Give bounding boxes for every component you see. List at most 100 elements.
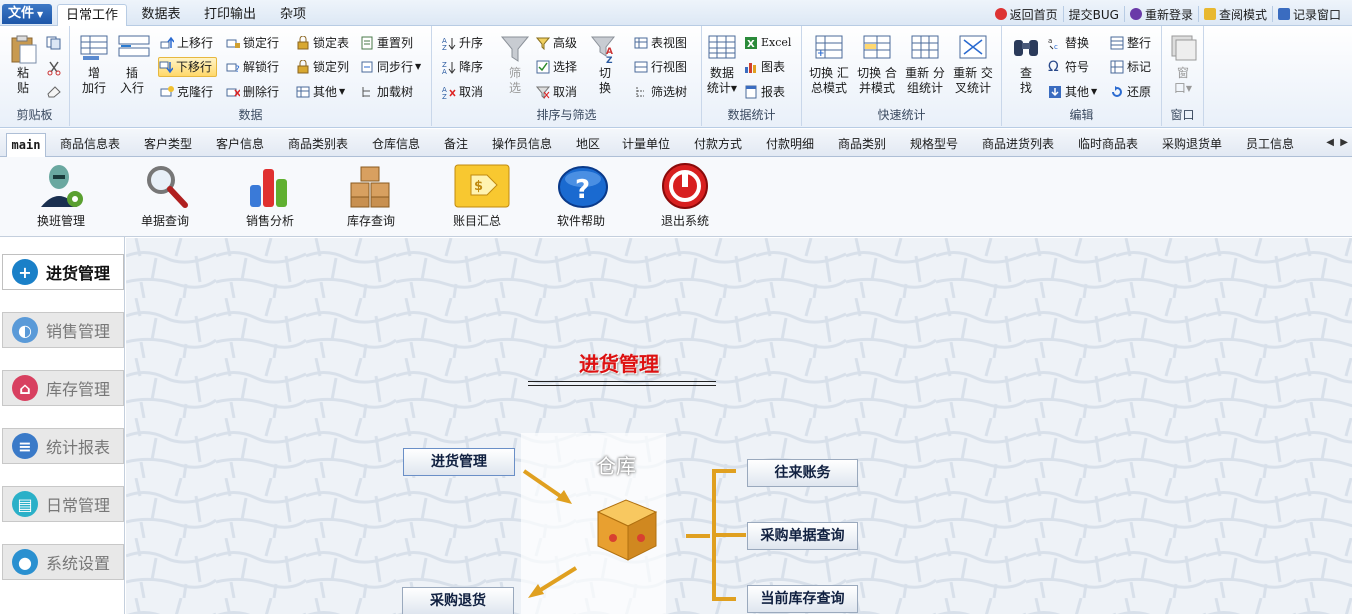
- mark-button[interactable]: 标记: [1110, 57, 1151, 77]
- doc-tab[interactable]: 商品进货列表: [974, 133, 1062, 157]
- switch-merge-button[interactable]: 切换 合 并模式: [854, 34, 900, 96]
- doc-tab[interactable]: 商品信息表: [52, 133, 128, 157]
- tab-misc[interactable]: 杂项: [272, 4, 314, 26]
- doc-tab[interactable]: 规格型号: [902, 133, 966, 157]
- sidebar-item-inventory[interactable]: ⌂ 库存管理: [2, 370, 124, 406]
- excel-button[interactable]: X Excel: [744, 33, 791, 53]
- move-up-button[interactable]: 上移行: [160, 33, 213, 53]
- lock-table-button[interactable]: 锁定表: [296, 33, 349, 53]
- window-button[interactable]: 窗 口 ▼: [1168, 34, 1198, 96]
- eraser-icon[interactable]: [46, 84, 62, 101]
- sales-analysis-button[interactable]: 销售分析: [225, 163, 315, 229]
- symbol-button[interactable]: Ω 符号: [1048, 57, 1089, 77]
- add-row-button[interactable]: 增 加行: [76, 34, 112, 96]
- row-view-button[interactable]: 行视图: [634, 57, 687, 77]
- chevron-right-icon[interactable]: ▶: [1340, 137, 1348, 148]
- switch-summary-button[interactable]: + 切换 汇 总模式: [806, 34, 852, 96]
- file-menu-button[interactable]: 文件 ▼: [2, 4, 52, 24]
- shift-management-button[interactable]: 换班管理: [16, 163, 106, 229]
- doc-tab[interactable]: 临时商品表: [1070, 133, 1146, 157]
- doc-tab-main[interactable]: main: [6, 133, 46, 157]
- globe-icon: ◐: [12, 317, 38, 343]
- flow-purchase-return-button[interactable]: 采购退货: [402, 587, 514, 614]
- load-tree-button[interactable]: 加载树: [360, 82, 413, 102]
- flow-current-stock-button[interactable]: 当前库存查询: [747, 585, 858, 613]
- view-mode-link[interactable]: 查阅模式: [1199, 6, 1273, 22]
- cross-stats-button[interactable]: 重新 交 叉统计: [950, 34, 996, 96]
- advanced-filter-button[interactable]: 高级: [535, 33, 577, 53]
- filter-button[interactable]: 筛 选: [498, 34, 532, 96]
- restore-button[interactable]: 还原: [1110, 82, 1151, 102]
- cut-icon[interactable]: [46, 60, 62, 79]
- software-help-button[interactable]: ? 软件帮助: [536, 163, 626, 229]
- tab-data-table[interactable]: 数据表: [134, 4, 188, 26]
- doc-tab[interactable]: 付款明细: [758, 133, 822, 157]
- flow-purchase-button[interactable]: 进货管理: [403, 448, 515, 476]
- relogin-link[interactable]: 重新登录: [1125, 6, 1199, 22]
- sort-asc-button[interactable]: A Z 升序: [442, 33, 483, 53]
- doc-tab[interactable]: 员工信息: [1238, 133, 1302, 157]
- cancel-filter-button[interactable]: 取消: [535, 82, 577, 102]
- doc-tab[interactable]: 客户类型: [136, 133, 200, 157]
- report-button[interactable]: 报表: [744, 82, 785, 102]
- regroup-stats-button[interactable]: 重新 分 组统计: [902, 34, 948, 96]
- lock-row-button[interactable]: 锁定行: [226, 33, 279, 53]
- copy-icon[interactable]: [46, 36, 62, 53]
- switch-sort-button[interactable]: AZ 切 换: [588, 34, 622, 96]
- sidebar-item-sales[interactable]: ◐ 销售管理: [2, 312, 124, 348]
- insert-row-button[interactable]: 插 入行: [114, 34, 150, 96]
- other-edit-button[interactable]: 其他 ▼: [1048, 82, 1097, 102]
- account-summary-button[interactable]: $ 账目汇总: [432, 163, 522, 229]
- sort-cancel-button[interactable]: A Z 取消: [442, 82, 483, 102]
- sidebar-item-purchase[interactable]: + 进货管理: [2, 254, 124, 290]
- table-view-button[interactable]: 表视图: [634, 33, 687, 53]
- doc-tab[interactable]: 客户信息: [208, 133, 272, 157]
- flow-purchase-docs-button[interactable]: 采购单据查询: [747, 522, 858, 550]
- lock-col-button[interactable]: 锁定列: [296, 57, 349, 77]
- move-down-button[interactable]: 下移行: [158, 57, 218, 77]
- doc-tab[interactable]: 采购退货单: [1154, 133, 1230, 157]
- document-query-button[interactable]: 单据查询: [120, 163, 210, 229]
- clone-row-button[interactable]: 克隆行: [160, 82, 213, 102]
- sort-desc-button[interactable]: Z A 降序: [442, 57, 483, 77]
- sync-icon: [360, 60, 374, 74]
- paste-button[interactable]: 粘 贴: [8, 34, 38, 96]
- submit-bug-link[interactable]: 提交BUG: [1064, 6, 1125, 22]
- sidebar-item-reports[interactable]: ≡ 统计报表: [2, 428, 124, 464]
- record-window-link[interactable]: 记录窗口: [1273, 6, 1346, 22]
- unlock-row-button[interactable]: ? 解锁行: [226, 57, 279, 77]
- reset-col-button[interactable]: 重置列: [360, 33, 413, 53]
- bar-chart-icon: [246, 163, 294, 209]
- doc-tab[interactable]: 计量单位: [614, 133, 678, 157]
- sidebar-item-daily[interactable]: ▤ 日常管理: [2, 486, 124, 522]
- home-link[interactable]: 返回首页: [990, 6, 1064, 22]
- doc-tab[interactable]: 操作员信息: [484, 133, 560, 157]
- delete-row-button[interactable]: 删除行: [226, 82, 279, 102]
- doc-tab[interactable]: 付款方式: [686, 133, 750, 157]
- filter-tree-button[interactable]: 筛选树: [634, 82, 687, 102]
- find-button[interactable]: 查 找: [1010, 34, 1042, 96]
- exit-system-button[interactable]: 退出系统: [640, 163, 730, 229]
- tab-daily-work[interactable]: 日常工作: [57, 4, 127, 26]
- inventory-query-button[interactable]: 库存查询: [326, 163, 416, 229]
- tidy-row-button[interactable]: 整行: [1110, 33, 1151, 53]
- select-filter-button[interactable]: 选择: [536, 57, 577, 77]
- doc-tab[interactable]: 地区: [568, 133, 608, 157]
- chart-button[interactable]: 图表: [744, 57, 785, 77]
- doc-tab[interactable]: 仓库信息: [364, 133, 428, 157]
- tab-print-output[interactable]: 打印输出: [196, 4, 264, 26]
- doc-tab[interactable]: 商品类别表: [280, 133, 356, 157]
- replace-button[interactable]: a c 替换: [1048, 33, 1089, 53]
- doc-tab[interactable]: 备注: [436, 133, 476, 157]
- sync-row-button[interactable]: 同步行 ▼: [360, 57, 421, 77]
- flow-accounts-button[interactable]: 往来账务: [747, 459, 858, 487]
- document-query-label: 单据查询: [140, 214, 189, 228]
- other-data-button[interactable]: 其他 ▼: [296, 82, 345, 102]
- group-title-sort-filter: 排序与筛选: [536, 108, 597, 122]
- data-stats-button[interactable]: 数据 统计 ▼: [704, 34, 740, 96]
- doc-tab[interactable]: 商品类别: [830, 133, 894, 157]
- tidy-row-icon: [1110, 36, 1124, 50]
- chevron-left-icon[interactable]: ◀: [1326, 137, 1334, 148]
- tab-scroll-arrows[interactable]: ◀ ▶: [1326, 137, 1348, 148]
- sidebar-item-settings[interactable]: ● 系统设置: [2, 544, 124, 580]
